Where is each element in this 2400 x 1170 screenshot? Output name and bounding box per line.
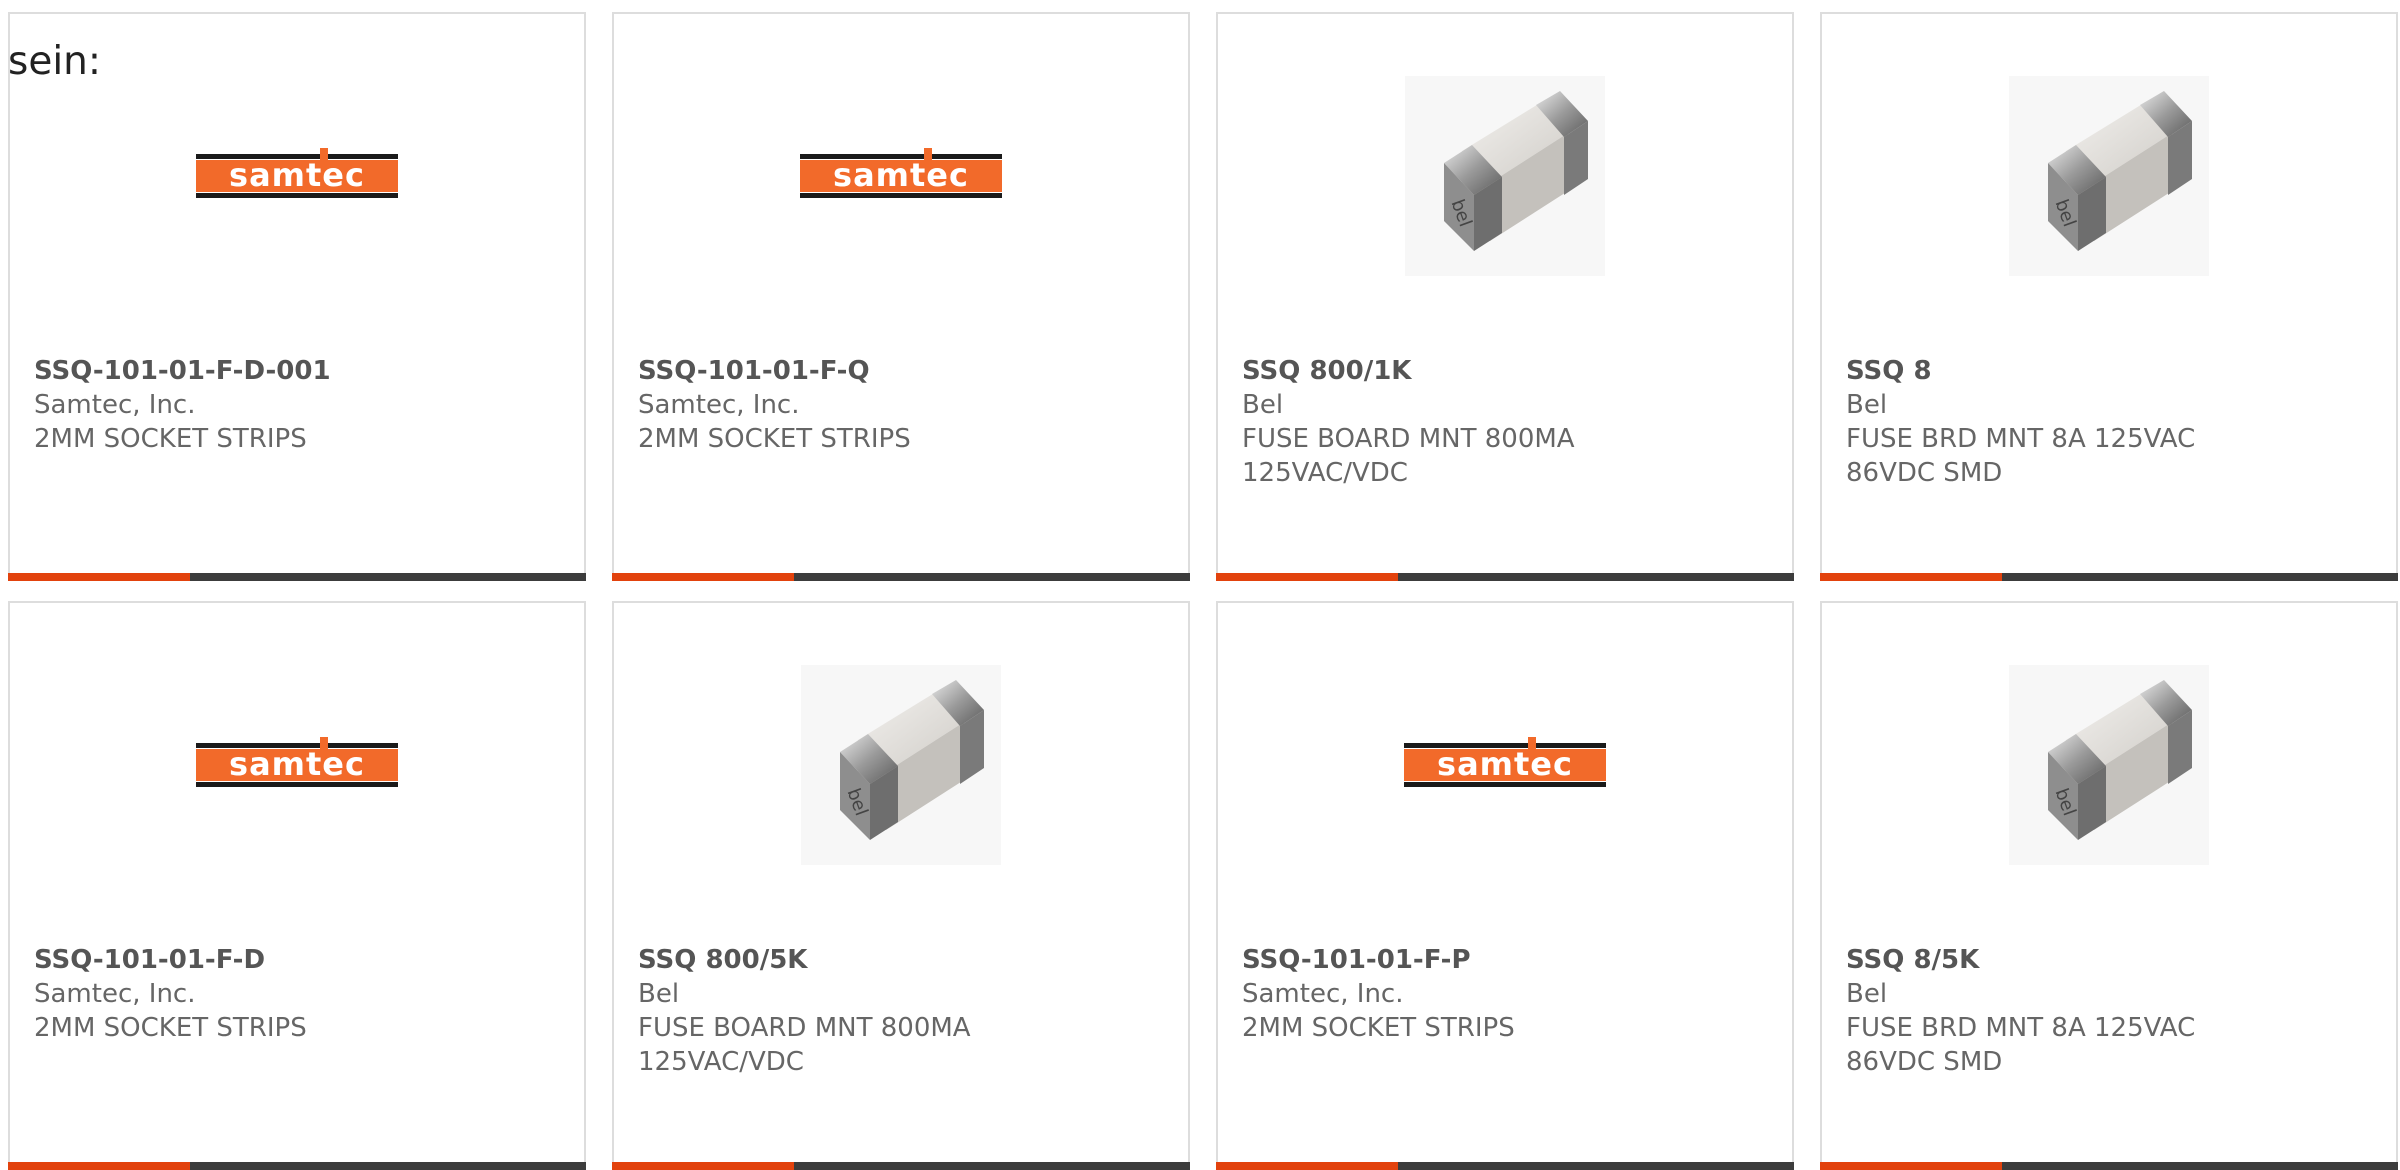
fuse-photo: bel	[801, 665, 1001, 865]
product-card[interactable]: bel SSQ 800/5K Bel FUSE BOARD MNT 800MA 125…	[612, 601, 1190, 1170]
product-card[interactable]: bel SSQ 8 Bel FUSE BRD MNT 8A 125VAC 86VDC …	[1820, 12, 2398, 581]
card-accent-bar	[612, 573, 1190, 581]
product-info: SSQ 800/5K Bel FUSE BOARD MNT 800MA 125VAC/…	[638, 943, 1168, 1079]
part-number[interactable]: SSQ-101-01-F-P	[1242, 943, 1772, 977]
product-info: SSQ 8 Bel FUSE BRD MNT 8A 125VAC 86VDC SMD	[1846, 354, 2376, 490]
fuse-photo: bel	[2009, 665, 2209, 865]
part-number[interactable]: SSQ 800/1K	[1242, 354, 1772, 388]
fuse-photo: bel	[2009, 76, 2209, 276]
part-number[interactable]: SSQ-101-01-F-D-001	[34, 354, 564, 388]
description-line: FUSE BOARD MNT 800MA	[638, 1013, 971, 1043]
description-line: FUSE BRD MNT 8A 125VAC	[1846, 1013, 2196, 1043]
svg-text:samtec: samtec	[1437, 745, 1573, 783]
product-info: SSQ-101-01-F-Q Samtec, Inc. 2MM SOCKET STR…	[638, 354, 1168, 456]
product-image[interactable]: bel	[1218, 76, 1792, 276]
fuse-photo: bel	[1405, 76, 1605, 276]
card-accent-bar	[1820, 573, 2398, 581]
manufacturer: Bel	[1846, 390, 1888, 420]
part-number[interactable]: SSQ 8/5K	[1846, 943, 2376, 977]
description-line: 2MM SOCKET STRIPS	[1242, 1013, 1515, 1043]
manufacturer: Samtec, Inc.	[1242, 979, 1404, 1009]
product-info: SSQ 8/5K Bel FUSE BRD MNT 8A 125VAC 86VDC S…	[1846, 943, 2376, 1079]
svg-text:samtec: samtec	[833, 156, 969, 194]
description-line: 2MM SOCKET STRIPS	[34, 424, 307, 454]
part-number[interactable]: SSQ-101-01-F-D	[34, 943, 564, 977]
product-card[interactable]: samtec SSQ-101-01-F-P Samtec, Inc. 2MM SOC…	[1216, 601, 1794, 1170]
description-line: 86VDC SMD	[1846, 1047, 2003, 1077]
part-number[interactable]: SSQ-101-01-F-Q	[638, 354, 1168, 388]
manufacturer: Bel	[1846, 979, 1888, 1009]
description-line: 86VDC SMD	[1846, 458, 2003, 488]
product-image[interactable]: bel	[1822, 76, 2396, 276]
product-image[interactable]: samtec	[10, 665, 584, 865]
product-image[interactable]: samtec	[1218, 665, 1792, 865]
description-line: 125VAC/VDC	[1242, 458, 1408, 488]
product-image[interactable]: samtec	[614, 76, 1188, 276]
card-accent-bar	[1216, 573, 1794, 581]
product-info: SSQ 800/1K Bel FUSE BOARD MNT 800MA 125VAC/…	[1242, 354, 1772, 490]
product-grid: samtec SSQ-101-01-F-D-001 Samtec, Inc. 2MM…	[8, 12, 2398, 1170]
svg-text:samtec: samtec	[229, 745, 365, 783]
product-info: SSQ-101-01-F-D-001 Samtec, Inc. 2MM SOCKET…	[34, 354, 564, 456]
manufacturer: Bel	[1242, 390, 1284, 420]
product-card[interactable]: samtec SSQ-101-01-F-D-001 Samtec, Inc. 2MM…	[8, 12, 586, 581]
part-number[interactable]: SSQ 800/5K	[638, 943, 1168, 977]
manufacturer: Samtec, Inc.	[34, 390, 196, 420]
manufacturer: Samtec, Inc.	[638, 390, 800, 420]
samtec-logo: samtec	[1404, 737, 1606, 787]
product-card[interactable]: samtec SSQ-101-01-F-Q Samtec, Inc. 2MM SOC…	[612, 12, 1190, 581]
samtec-logo: samtec	[800, 148, 1002, 198]
manufacturer: Samtec, Inc.	[34, 979, 196, 1009]
intro-text: sein:	[8, 39, 102, 84]
description-line: 2MM SOCKET STRIPS	[34, 1013, 307, 1043]
svg-text:samtec: samtec	[229, 156, 365, 194]
description-line: 2MM SOCKET STRIPS	[638, 424, 911, 454]
description-line: FUSE BOARD MNT 800MA	[1242, 424, 1575, 454]
part-number[interactable]: SSQ 8	[1846, 354, 2376, 388]
product-image[interactable]: bel	[1822, 665, 2396, 865]
card-accent-bar	[1820, 1162, 2398, 1170]
product-info: SSQ-101-01-F-P Samtec, Inc. 2MM SOCKET STR…	[1242, 943, 1772, 1045]
samtec-logo: samtec	[196, 737, 398, 787]
card-accent-bar	[1216, 1162, 1794, 1170]
samtec-logo: samtec	[196, 148, 398, 198]
product-card[interactable]: bel SSQ 8/5K Bel FUSE BRD MNT 8A 125VAC 86V…	[1820, 601, 2398, 1170]
product-image[interactable]: bel	[614, 665, 1188, 865]
card-accent-bar	[612, 1162, 1190, 1170]
description-line: 125VAC/VDC	[638, 1047, 804, 1077]
manufacturer: Bel	[638, 979, 680, 1009]
description-line: FUSE BRD MNT 8A 125VAC	[1846, 424, 2196, 454]
product-card[interactable]: samtec SSQ-101-01-F-D Samtec, Inc. 2MM SOC…	[8, 601, 586, 1170]
product-image[interactable]: samtec	[10, 76, 584, 276]
card-accent-bar	[8, 573, 586, 581]
product-card[interactable]: bel SSQ 800/1K Bel FUSE BOARD MNT 800MA 125…	[1216, 12, 1794, 581]
card-accent-bar	[8, 1162, 586, 1170]
product-info: SSQ-101-01-F-D Samtec, Inc. 2MM SOCKET STR…	[34, 943, 564, 1045]
